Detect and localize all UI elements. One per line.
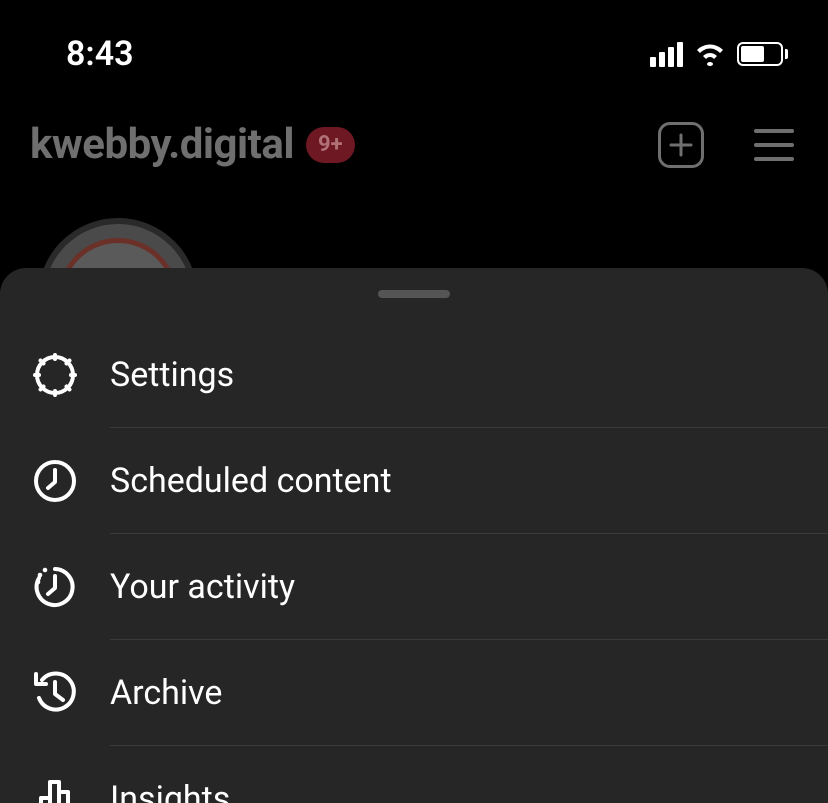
notification-badge: 9+ [306, 127, 355, 163]
menu-item-label: Scheduled content [110, 461, 392, 501]
status-time: 8:43 [66, 34, 134, 74]
status-indicators [650, 42, 788, 67]
insights-icon [30, 774, 80, 803]
profile-header: kwebby.digital 9+ [0, 80, 828, 169]
profile-title-area[interactable]: kwebby.digital 9+ [30, 120, 355, 169]
menu-item-archive[interactable]: Archive [0, 640, 828, 746]
sheet-drag-handle[interactable] [378, 290, 450, 298]
menu-item-settings[interactable]: Settings [0, 322, 828, 428]
create-post-button[interactable] [658, 122, 704, 168]
menu-item-scheduled-content[interactable]: Scheduled content [0, 428, 828, 534]
status-bar: 8:43 [0, 0, 828, 80]
menu-item-insights[interactable]: Insights [0, 746, 828, 803]
settings-menu: Settings Scheduled content [0, 322, 828, 803]
gear-icon [30, 350, 80, 400]
wifi-icon [695, 42, 725, 66]
plus-icon [668, 132, 694, 158]
cellular-signal-icon [650, 42, 683, 67]
battery-icon [737, 42, 788, 66]
menu-item-label: Your activity [110, 567, 295, 607]
menu-item-your-activity[interactable]: Your activity [0, 534, 828, 640]
username: kwebby.digital [30, 120, 294, 169]
menu-item-label: Insights [110, 779, 230, 803]
menu-item-label: Archive [110, 673, 222, 713]
menu-item-label: Settings [110, 355, 234, 395]
bottom-sheet: Settings Scheduled content [0, 268, 828, 803]
history-icon [30, 668, 80, 718]
activity-icon [30, 562, 80, 612]
menu-button[interactable] [754, 129, 794, 161]
clock-icon [30, 456, 80, 506]
